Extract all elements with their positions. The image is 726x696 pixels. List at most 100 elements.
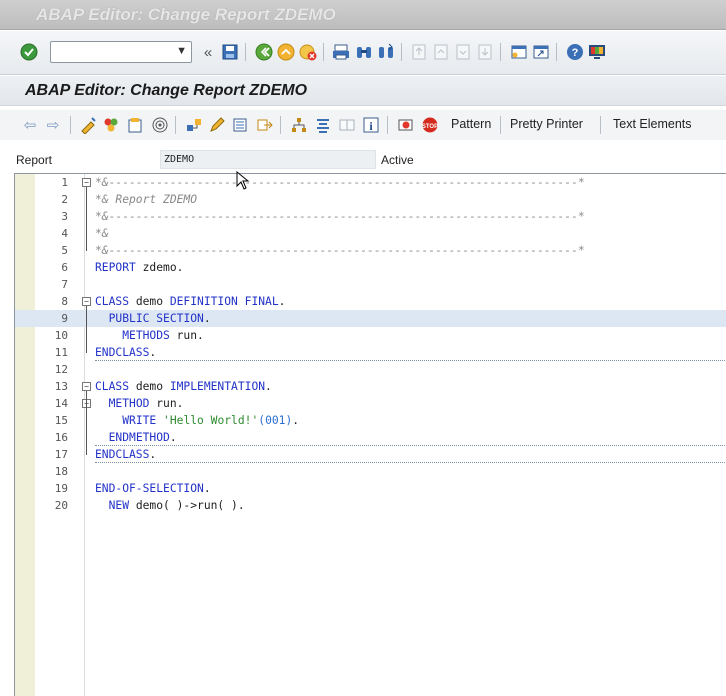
save-icon[interactable] bbox=[220, 42, 240, 62]
text-elements-button[interactable]: Text Elements bbox=[613, 117, 692, 131]
report-label: Report bbox=[16, 153, 53, 167]
display-change-icon[interactable] bbox=[78, 115, 98, 135]
code-line[interactable]: 9 PUBLIC SECTION. bbox=[15, 310, 726, 327]
code-editor[interactable]: 1 − *&------------------------------------… bbox=[14, 173, 726, 696]
code-line[interactable]: 15 WRITE 'Hello World!'(001). bbox=[15, 412, 726, 429]
activate-icon[interactable] bbox=[125, 115, 145, 135]
cancel-icon[interactable] bbox=[298, 42, 318, 62]
code-line[interactable]: 3 *&-------------------------------------… bbox=[15, 208, 726, 225]
back-arrow-icon[interactable]: ⇦ bbox=[20, 115, 40, 135]
code-text: ENDMETHOD. bbox=[108, 431, 177, 444]
page-title: ABAP Editor: Change Report ZDEMO bbox=[25, 82, 308, 99]
info-icon[interactable]: i bbox=[361, 115, 381, 135]
code-text: WRITE 'Hello World!'(001). bbox=[122, 414, 300, 427]
double-chevron-left-icon[interactable]: « bbox=[198, 42, 218, 62]
edit-pencil-icon[interactable] bbox=[207, 115, 227, 135]
split-screen-icon[interactable] bbox=[337, 115, 357, 135]
object-list-icon[interactable] bbox=[231, 115, 251, 135]
code-text: ENDCLASS. bbox=[95, 346, 157, 359]
window-title: ABAP Editor: Change Report ZDEMO bbox=[36, 5, 336, 24]
code-line[interactable]: 8 − CLASS demo DEFINITION FINAL. bbox=[15, 293, 726, 310]
code-text: PUBLIC SECTION. bbox=[108, 312, 211, 325]
first-page-icon[interactable] bbox=[409, 42, 429, 62]
code-text: NEW demo( )->run( ). bbox=[108, 499, 245, 512]
code-text: *&--------------------------------------… bbox=[95, 210, 585, 223]
system-toolbar: ▼ « ? bbox=[0, 31, 726, 75]
check-syntax-icon[interactable] bbox=[101, 115, 121, 135]
previous-page-icon[interactable] bbox=[431, 42, 451, 62]
help-icon[interactable]: ? bbox=[565, 42, 585, 62]
code-line[interactable]: 18 bbox=[15, 463, 726, 480]
pretty-printer-button[interactable]: Pretty Printer bbox=[510, 117, 583, 131]
customize-layout-icon[interactable] bbox=[587, 42, 607, 62]
create-shortcut-icon[interactable] bbox=[531, 42, 551, 62]
code-line[interactable]: 5 *&-------------------------------------… bbox=[15, 242, 726, 259]
code-text: END-OF-SELECTION. bbox=[95, 482, 211, 495]
code-text: *& bbox=[95, 227, 109, 240]
line-number: 15 bbox=[54, 414, 68, 427]
code-line[interactable]: 12 bbox=[15, 361, 726, 378]
code-line[interactable]: 4 *& bbox=[15, 225, 726, 242]
chevron-down-icon[interactable]: ▼ bbox=[176, 45, 187, 57]
find-icon[interactable] bbox=[354, 42, 374, 62]
status-text: Active bbox=[381, 153, 414, 167]
fold-guide bbox=[86, 187, 87, 251]
navigate-icon[interactable] bbox=[255, 115, 275, 135]
code-line[interactable]: 1 − *&------------------------------------… bbox=[15, 174, 726, 191]
line-number: 14 bbox=[54, 397, 68, 410]
exit-icon[interactable] bbox=[276, 42, 296, 62]
mouse-pointer-icon bbox=[236, 170, 250, 194]
where-used-icon[interactable] bbox=[184, 115, 204, 135]
code-line[interactable]: 14− METHOD run. bbox=[15, 395, 726, 412]
svg-text:STOP: STOP bbox=[422, 124, 438, 130]
set-breakpoint-icon[interactable] bbox=[396, 115, 416, 135]
separator bbox=[500, 116, 501, 134]
separator bbox=[401, 43, 402, 61]
forward-arrow-icon[interactable]: ⇨ bbox=[43, 115, 63, 135]
code-line[interactable]: 17 ENDCLASS. bbox=[15, 446, 726, 463]
line-number: 11 bbox=[54, 346, 68, 359]
enhance-icon[interactable] bbox=[313, 115, 333, 135]
code-line[interactable]: 11 ENDCLASS. bbox=[15, 344, 726, 361]
application-toolbar: ⇦ ⇨ i STOP Pattern Pretty Printer Text E… bbox=[0, 110, 726, 140]
code-line[interactable]: 13 − CLASS demo IMPLEMENTATION. bbox=[15, 378, 726, 395]
back-icon[interactable] bbox=[254, 42, 274, 62]
code-text: *&--------------------------------------… bbox=[95, 244, 585, 257]
code-text: METHODS run. bbox=[122, 329, 204, 342]
collapse-icon[interactable]: − bbox=[82, 297, 91, 306]
pattern-button[interactable]: Pattern bbox=[451, 117, 491, 131]
window-titlebar: ABAP Editor: Change Report ZDEMO bbox=[0, 0, 726, 30]
find-next-icon[interactable] bbox=[376, 42, 396, 62]
enter-check-icon[interactable] bbox=[19, 42, 39, 62]
code-line[interactable]: 16 ENDMETHOD. bbox=[15, 429, 726, 446]
collapse-icon[interactable]: − bbox=[82, 178, 91, 187]
code-line[interactable]: 10 METHODS run. bbox=[15, 327, 726, 344]
report-name-field: ZDEMO bbox=[160, 150, 376, 169]
new-session-icon[interactable] bbox=[509, 42, 529, 62]
code-line[interactable]: 6 REPORT zdemo. bbox=[15, 259, 726, 276]
code-line[interactable]: 7 bbox=[15, 276, 726, 293]
print-icon[interactable] bbox=[331, 42, 351, 62]
line-number: 6 bbox=[61, 261, 68, 274]
code-line[interactable]: 2 *& Report ZDEMO bbox=[15, 191, 726, 208]
command-field[interactable]: ▼ bbox=[50, 41, 192, 63]
line-number: 3 bbox=[61, 210, 68, 223]
code-line[interactable]: 19 END-OF-SELECTION. bbox=[15, 480, 726, 497]
code-text: METHOD run. bbox=[108, 397, 184, 410]
last-page-icon[interactable] bbox=[475, 42, 495, 62]
svg-text:?: ? bbox=[572, 47, 579, 59]
separator bbox=[600, 116, 601, 134]
line-number: 1 bbox=[61, 176, 68, 189]
separator bbox=[556, 43, 557, 61]
hierarchy-icon[interactable] bbox=[289, 115, 309, 135]
code-text: CLASS demo DEFINITION FINAL. bbox=[95, 295, 286, 308]
line-number: 8 bbox=[61, 295, 68, 308]
line-number: 13 bbox=[54, 380, 68, 393]
collapse-icon[interactable]: − bbox=[82, 382, 91, 391]
screen-title-bar: ABAP Editor: Change Report ZDEMO bbox=[0, 76, 726, 106]
test-icon[interactable] bbox=[150, 115, 170, 135]
stop-breakpoint-icon[interactable]: STOP bbox=[420, 115, 440, 135]
next-page-icon[interactable] bbox=[453, 42, 473, 62]
code-line[interactable]: 20 NEW demo( )->run( ). bbox=[15, 497, 726, 514]
line-number: 4 bbox=[61, 227, 68, 240]
